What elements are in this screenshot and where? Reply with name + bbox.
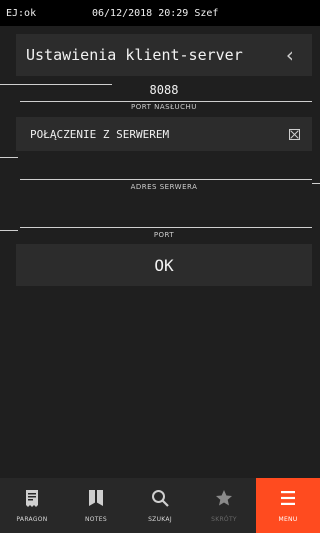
nav-skroty[interactable]: SKRÓTY [192,478,256,533]
divider [312,183,320,184]
nav-skroty-label: SKRÓTY [211,516,237,523]
page-header: Ustawienia klient-server ‹ [16,34,312,76]
nav-paragon-label: PARAGON [16,516,48,523]
notebook-icon [89,490,103,506]
ok-button[interactable]: OK [16,244,312,286]
adres-serwera-label: ADRES SERWERA [130,183,198,191]
star-icon [216,490,232,506]
page-title: Ustawienia klient-server [26,46,243,64]
search-icon [152,490,169,507]
nav-notes-label: NOTES [85,516,107,523]
polaczenie-toggle-row[interactable]: POŁĄCZENIE Z SERWEREM [16,117,312,151]
divider [0,157,18,158]
port-label: PORT [153,231,175,239]
adres-serwera-underline [20,179,312,180]
receipt-icon [26,490,38,507]
port-nasluchu-underline [20,101,312,102]
datetime-user: 06/12/2018 20:29 Szef [92,7,219,19]
bottom-nav: PARAGON NOTES SZUKAJ SKRÓTY MENU [0,478,320,533]
nav-notes[interactable]: NOTES [64,478,128,533]
chevron-left-icon[interactable]: ‹ [278,43,302,67]
port-nasluchu-input[interactable]: 8088 [16,83,312,97]
menu-icon [281,491,295,505]
polaczenie-label: POŁĄCZENIE Z SERWEREM [30,127,170,141]
port-underline [20,227,312,228]
ej-status: EJ:ok [6,7,37,19]
polaczenie-checkbox[interactable] [289,128,300,140]
nav-szukaj[interactable]: SZUKAJ [128,478,192,533]
port-nasluchu-label: PORT NASŁUCHU [131,103,197,111]
status-bar: EJ:ok 06/12/2018 20:29 Szef [0,0,320,26]
nav-menu-label: MENU [278,516,298,523]
nav-szukaj-label: SZUKAJ [148,516,172,523]
nav-menu[interactable]: MENU [256,478,320,533]
nav-paragon[interactable]: PARAGON [0,478,64,533]
